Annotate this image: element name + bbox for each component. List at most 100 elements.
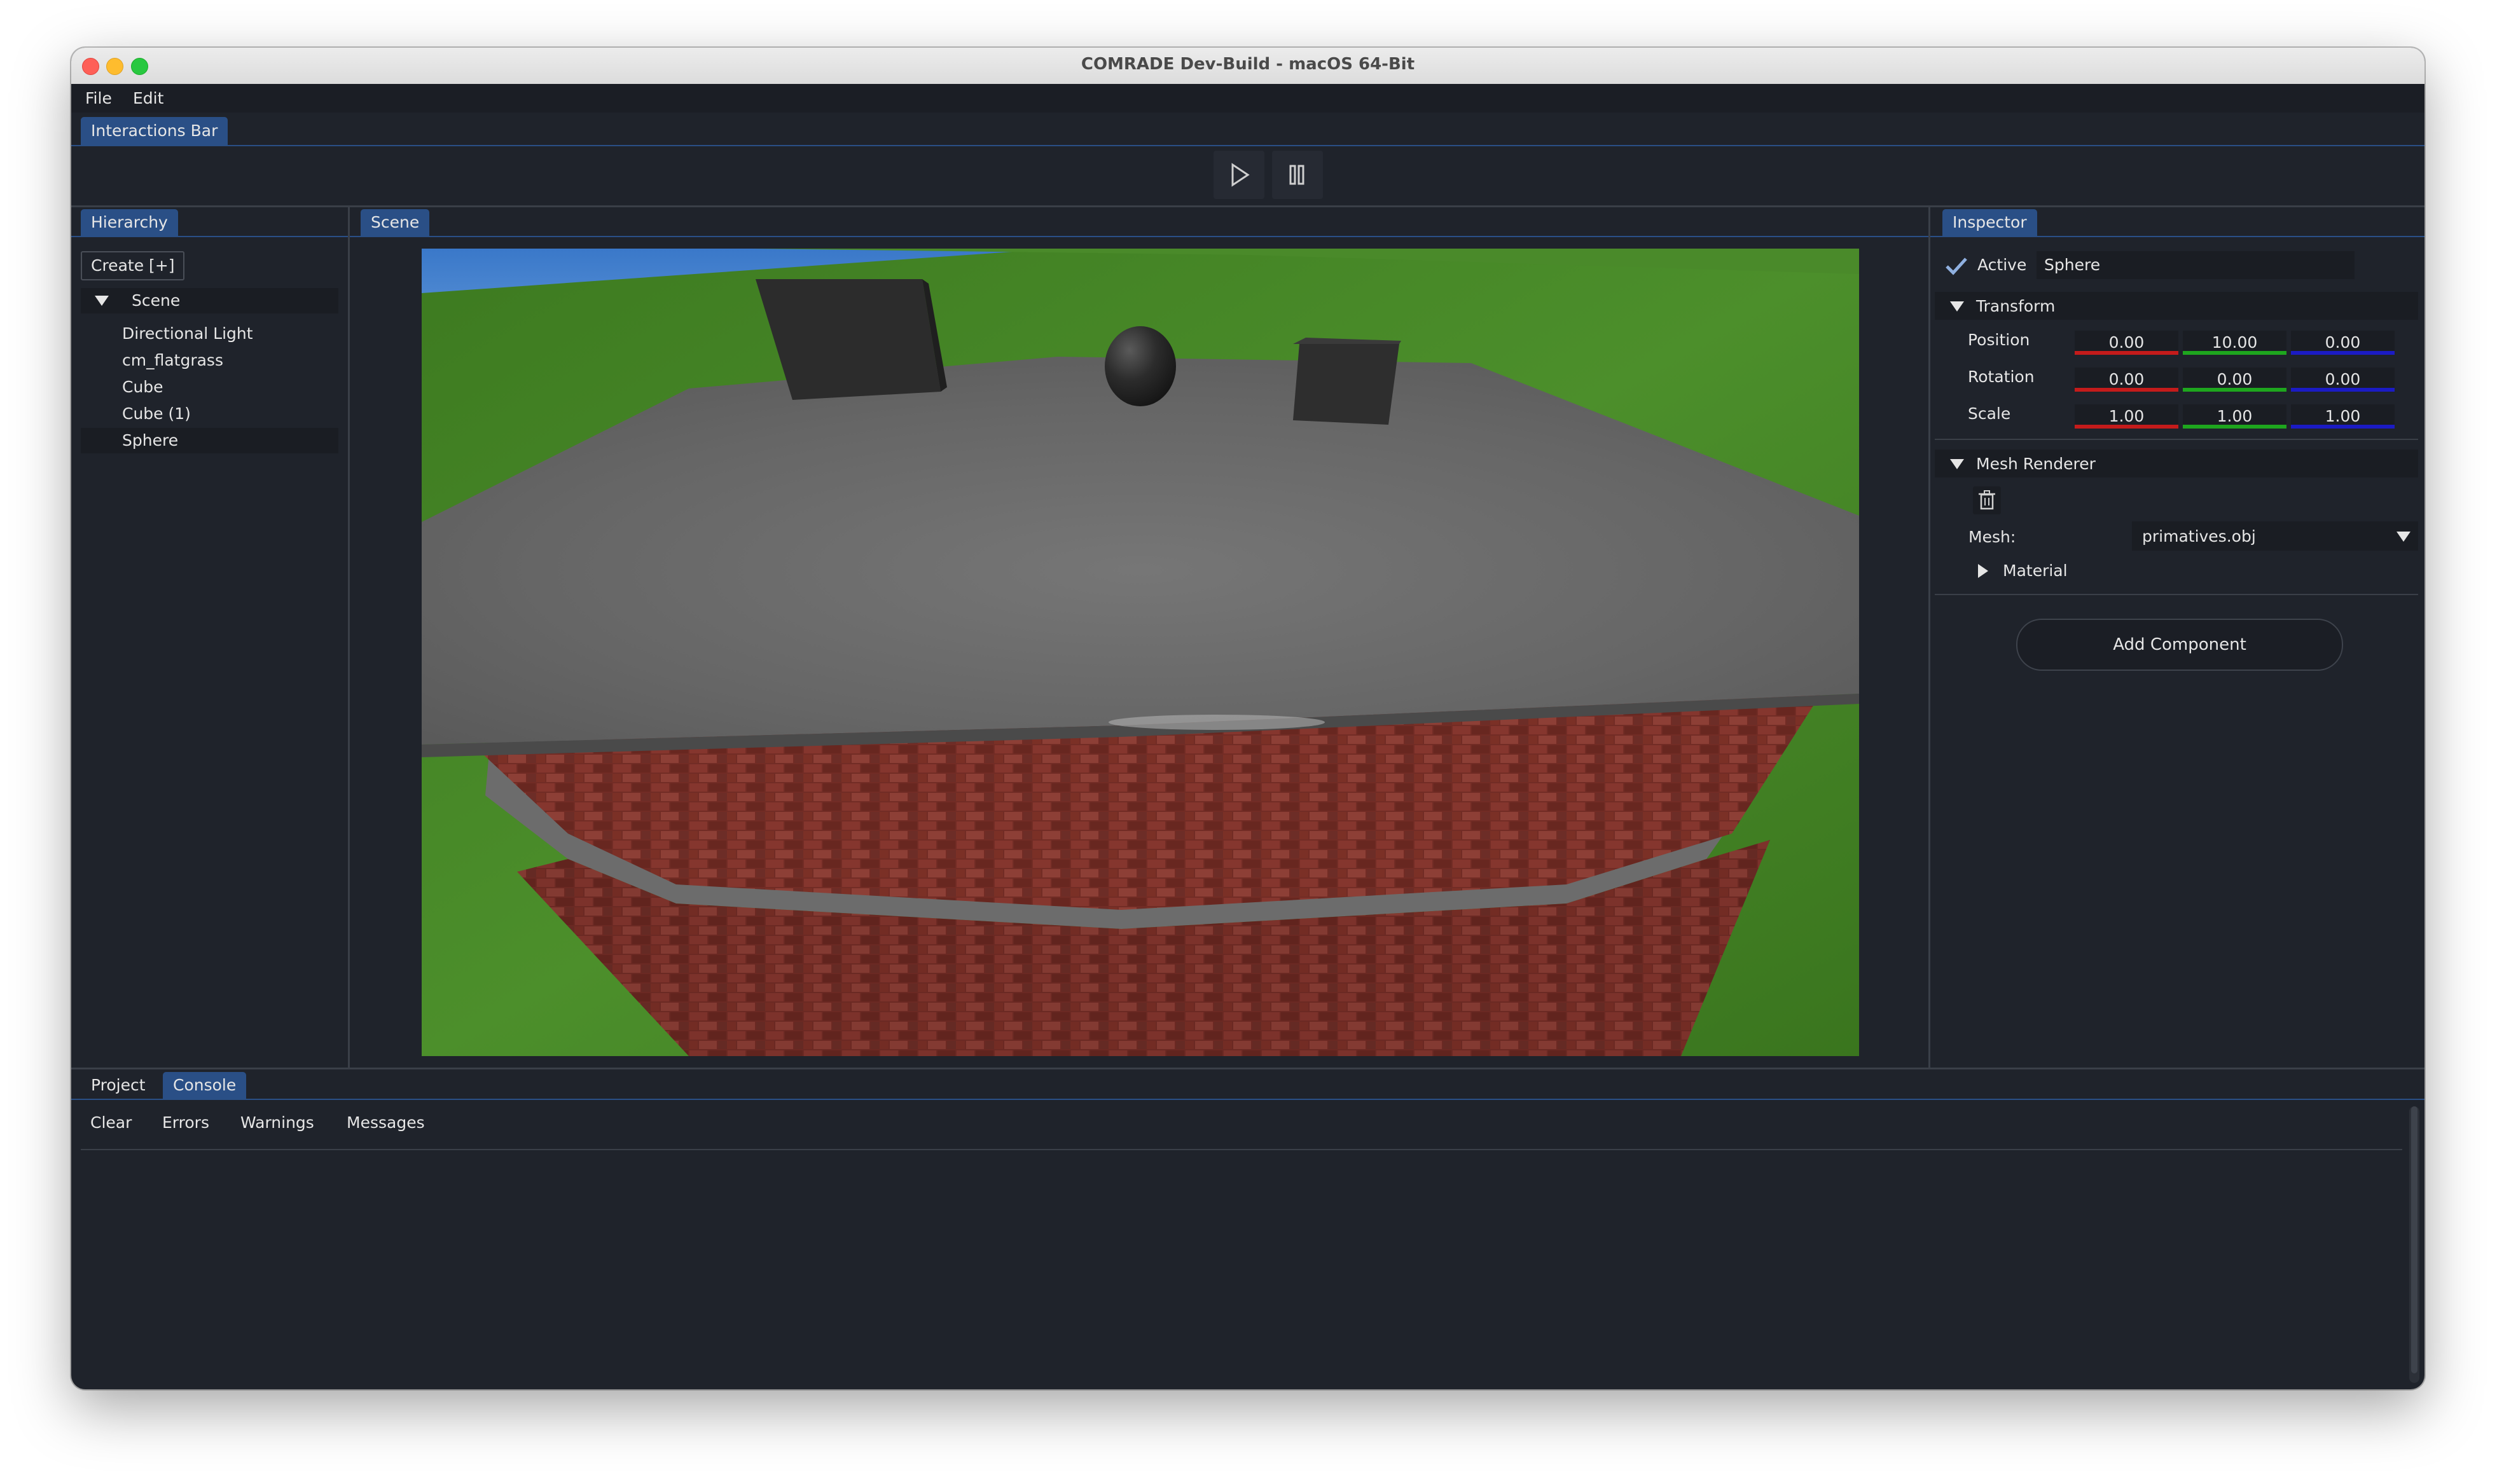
position-z-value: 0.00 bbox=[2325, 333, 2361, 352]
rotation-y-field[interactable]: 0.00 bbox=[2183, 368, 2286, 392]
x-axis-bar bbox=[2075, 425, 2178, 429]
chevron-right-icon bbox=[1978, 564, 1988, 578]
mesh-select-value: primatives.obj bbox=[2142, 527, 2256, 546]
object-name-text: Sphere bbox=[2044, 256, 2101, 274]
tab-project[interactable]: Project bbox=[81, 1072, 156, 1099]
rotation-y-value: 0.00 bbox=[2217, 370, 2253, 388]
tab-interactions-bar[interactable]: Interactions Bar bbox=[81, 117, 228, 145]
position-y-field[interactable]: 10.00 bbox=[2183, 331, 2286, 355]
position-label: Position bbox=[1968, 331, 2030, 349]
z-axis-bar bbox=[2291, 351, 2395, 355]
scene-tree-header[interactable]: Scene bbox=[81, 288, 338, 313]
x-axis-bar bbox=[2075, 351, 2178, 355]
material-header[interactable]: Material bbox=[1954, 556, 2418, 584]
remove-component-button[interactable] bbox=[1973, 486, 2001, 514]
chevron-down-icon bbox=[95, 296, 109, 306]
material-label: Material bbox=[2003, 561, 2068, 580]
scale-label: Scale bbox=[1968, 404, 2011, 423]
position-x-field[interactable]: 0.00 bbox=[2075, 331, 2178, 355]
mesh-select[interactable]: primatives.obj bbox=[2132, 521, 2418, 551]
window-title: COMRADE Dev-Build - macOS 64-Bit bbox=[1081, 55, 1415, 74]
bottom-divider bbox=[71, 1068, 2424, 1069]
hierarchy-item-cube-1[interactable]: Cube (1) bbox=[81, 401, 338, 427]
add-component-button[interactable]: Add Component bbox=[2016, 619, 2343, 671]
console-toolbar-separator bbox=[81, 1149, 2402, 1150]
hierarchy-item-label: Cube (1) bbox=[122, 404, 191, 423]
position-z-field[interactable]: 0.00 bbox=[2291, 331, 2395, 355]
mesh-label: Mesh: bbox=[1968, 528, 2016, 546]
z-axis-bar bbox=[2291, 425, 2395, 429]
console-scrollbar[interactable] bbox=[2409, 1106, 2419, 1383]
position-y-value: 10.00 bbox=[2211, 333, 2258, 352]
messages-button[interactable]: Messages bbox=[347, 1110, 425, 1136]
inspector-divider bbox=[1928, 207, 1930, 1069]
clear-button[interactable]: Clear bbox=[90, 1110, 132, 1136]
x-axis-bar bbox=[2075, 388, 2178, 392]
hierarchy-item-sphere[interactable]: Sphere bbox=[81, 428, 338, 453]
menu-file[interactable]: File bbox=[85, 89, 112, 107]
tab-console[interactable]: Console bbox=[163, 1072, 247, 1099]
hierarchy-divider bbox=[348, 207, 350, 1069]
scale-y-value: 1.00 bbox=[2217, 407, 2253, 425]
trash-icon bbox=[1979, 490, 1995, 510]
hierarchy-underline bbox=[71, 236, 348, 237]
position-x-value: 0.00 bbox=[2108, 333, 2145, 352]
hierarchy-item-directional-light[interactable]: Directional Light bbox=[81, 321, 338, 347]
chevron-down-icon bbox=[1950, 301, 1964, 312]
title-bar: COMRADE Dev-Build - macOS 64-Bit bbox=[71, 48, 2424, 85]
inspector-underline bbox=[1930, 236, 2424, 237]
play-button[interactable] bbox=[1214, 151, 1264, 199]
hierarchy-item-label: Cube bbox=[122, 378, 163, 396]
console-underline bbox=[71, 1099, 2424, 1100]
create-button[interactable]: Create [+] bbox=[81, 251, 185, 280]
errors-button[interactable]: Errors bbox=[162, 1110, 209, 1136]
mesh-renderer-separator bbox=[1935, 594, 2418, 595]
scale-x-field[interactable]: 1.00 bbox=[2075, 404, 2178, 429]
hierarchy-item-label: cm_flatgrass bbox=[122, 351, 223, 369]
transform-separator bbox=[1935, 439, 2418, 440]
tab-inspector[interactable]: Inspector bbox=[1942, 209, 2037, 236]
scale-z-field[interactable]: 1.00 bbox=[2291, 404, 2395, 429]
rotation-z-value: 0.00 bbox=[2325, 370, 2361, 388]
rotation-label: Rotation bbox=[1968, 368, 2035, 386]
scale-z-value: 1.00 bbox=[2325, 407, 2361, 425]
scene-tree-label: Scene bbox=[132, 291, 181, 310]
play-icon bbox=[1231, 163, 1250, 187]
top-divider bbox=[71, 205, 2424, 207]
console-scrollbar-thumb[interactable] bbox=[2411, 1106, 2417, 1373]
object-name-field[interactable]: Sphere bbox=[2037, 251, 2355, 279]
active-label: Active bbox=[1977, 256, 2027, 274]
y-axis-bar bbox=[2183, 351, 2286, 355]
chevron-down-icon bbox=[1950, 459, 1964, 469]
hierarchy-item-label: Sphere bbox=[122, 431, 179, 450]
rotation-x-value: 0.00 bbox=[2108, 370, 2145, 388]
pause-button[interactable] bbox=[1272, 151, 1323, 199]
scale-y-field[interactable]: 1.00 bbox=[2183, 404, 2286, 429]
rotation-x-field[interactable]: 0.00 bbox=[2075, 368, 2178, 392]
scale-x-value: 1.00 bbox=[2108, 407, 2145, 425]
tab-hierarchy[interactable]: Hierarchy bbox=[81, 209, 178, 236]
transform-title: Transform bbox=[1976, 297, 2056, 315]
warnings-button[interactable]: Warnings bbox=[240, 1110, 314, 1136]
menu-edit[interactable]: Edit bbox=[133, 89, 163, 107]
hierarchy-item-cube[interactable]: Cube bbox=[81, 374, 338, 400]
hierarchy-item-label: Directional Light bbox=[122, 324, 253, 343]
scene-render bbox=[422, 249, 1859, 1056]
active-checkbox[interactable] bbox=[1943, 252, 1970, 279]
pause-icon bbox=[1289, 165, 1304, 185]
hierarchy-item-cm-flatgrass[interactable]: cm_flatgrass bbox=[81, 348, 338, 373]
y-axis-bar bbox=[2183, 388, 2286, 392]
mesh-renderer-header[interactable]: Mesh Renderer bbox=[1935, 450, 2418, 477]
tab-scene[interactable]: Scene bbox=[361, 209, 430, 236]
chevron-down-icon bbox=[2397, 532, 2411, 542]
y-axis-bar bbox=[2183, 425, 2286, 429]
checkmark-icon bbox=[1946, 258, 1967, 275]
menu-bar: File Edit bbox=[71, 84, 2424, 113]
mesh-renderer-title: Mesh Renderer bbox=[1976, 455, 2096, 473]
transform-header[interactable]: Transform bbox=[1935, 292, 2418, 320]
z-axis-bar bbox=[2291, 388, 2395, 392]
rotation-z-field[interactable]: 0.00 bbox=[2291, 368, 2395, 392]
scene-viewport[interactable] bbox=[422, 249, 1859, 1056]
app-window: COMRADE Dev-Build - macOS 64-Bit File Ed… bbox=[71, 48, 2424, 1389]
scene-underline bbox=[350, 236, 1928, 237]
